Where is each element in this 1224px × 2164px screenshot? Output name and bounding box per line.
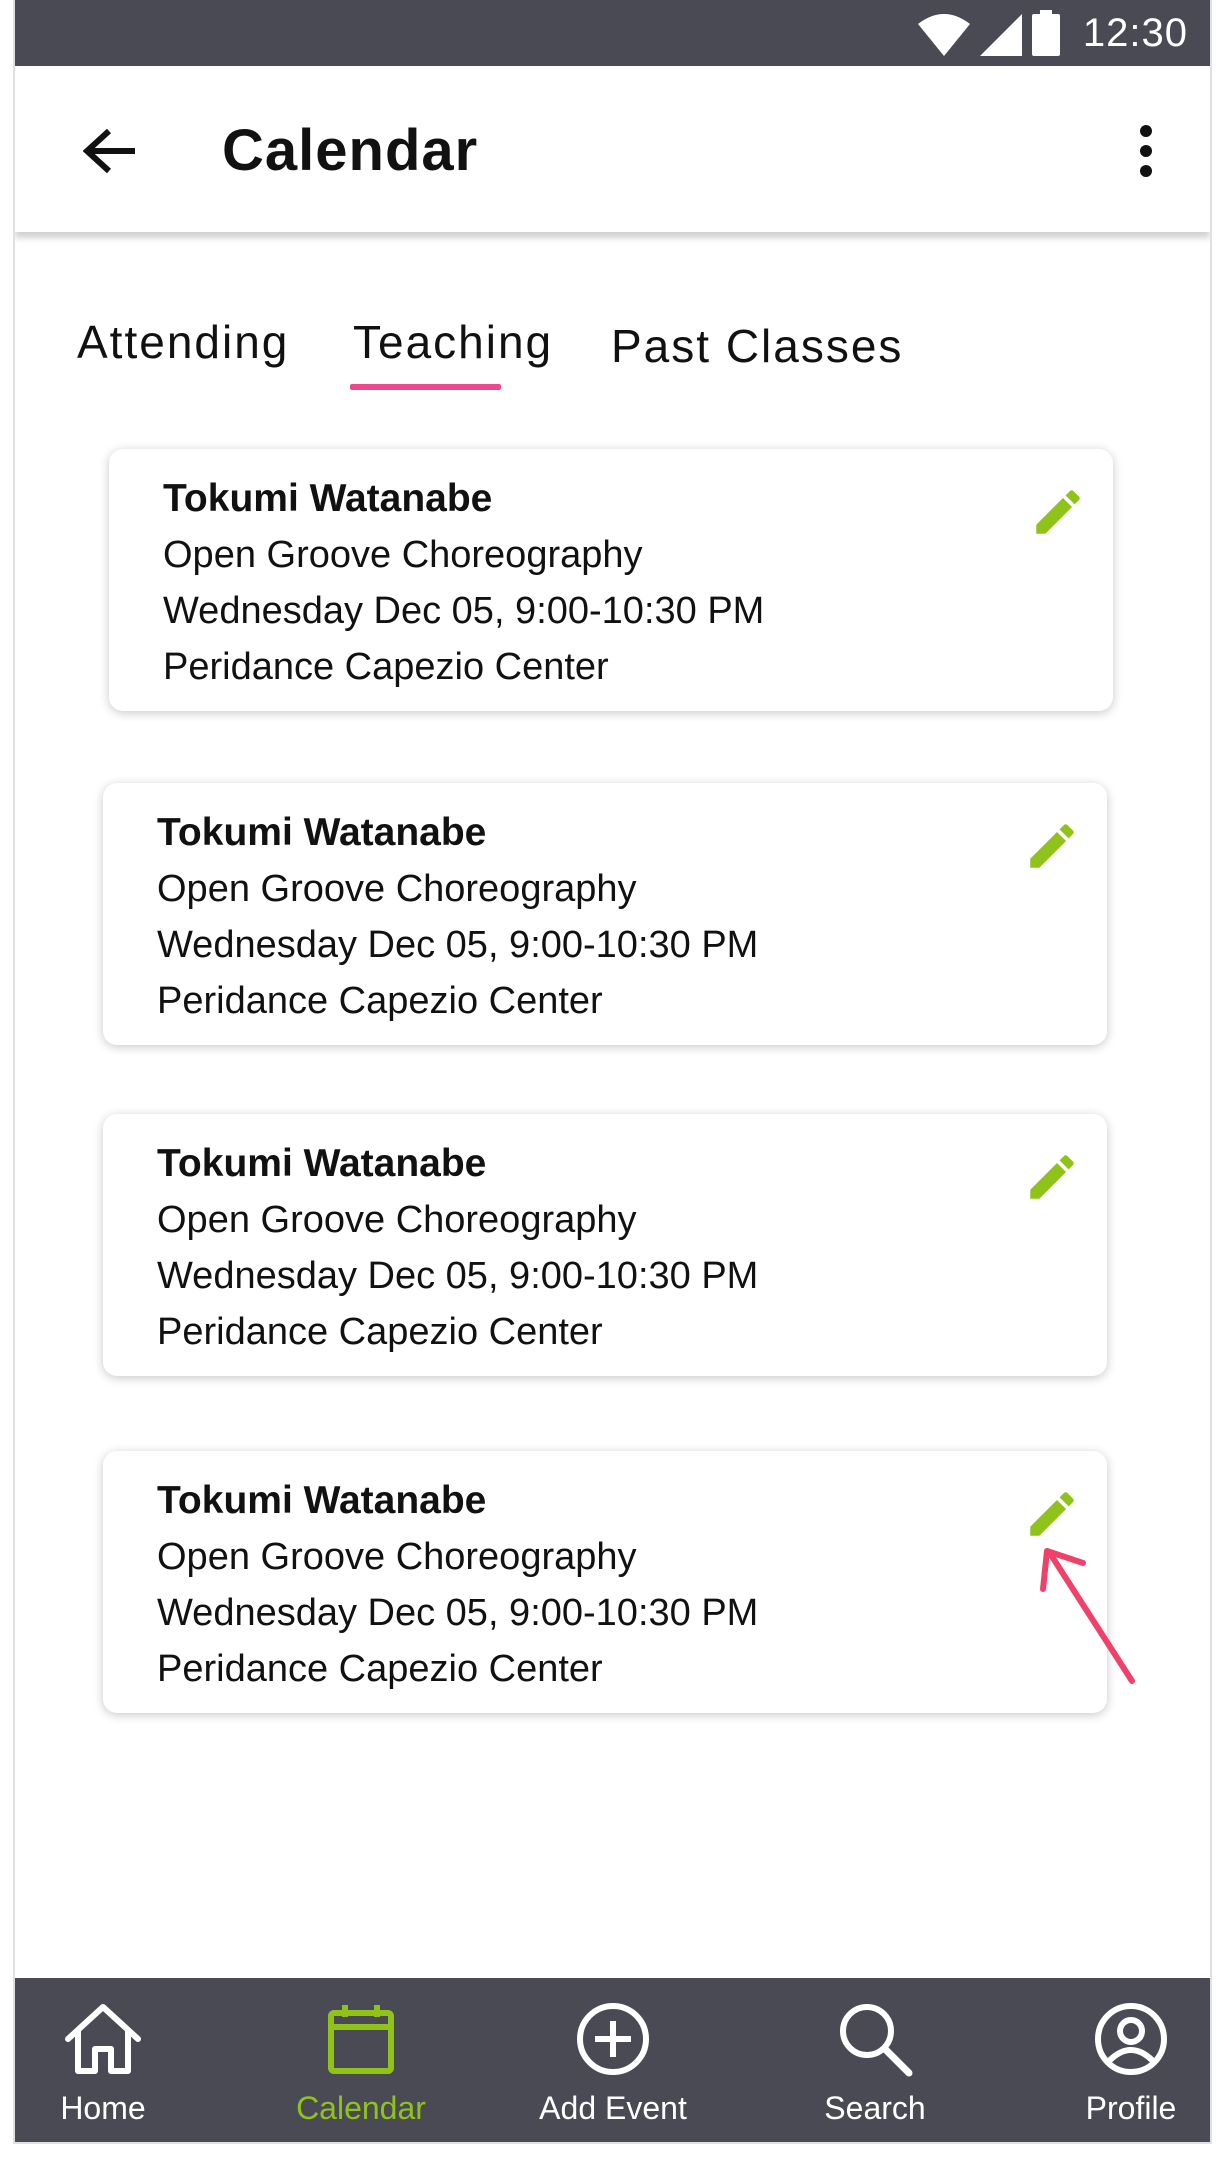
pencil-icon bbox=[1030, 1155, 1074, 1199]
pencil-icon bbox=[1036, 490, 1080, 534]
event-class: Open Groove Choreography bbox=[163, 534, 643, 576]
event-datetime: Wednesday Dec 05, 9:00-10:30 PM bbox=[157, 924, 759, 966]
event-card-details: Tokumi Watanabe Open Groove Choreography… bbox=[163, 471, 764, 695]
active-tab-indicator bbox=[350, 384, 501, 390]
event-card[interactable]: Tokumi Watanabe Open Groove Choreography… bbox=[103, 1451, 1107, 1713]
nav-calendar[interactable]: Calendar bbox=[261, 1998, 461, 2128]
event-location: Peridance Capezio Center bbox=[157, 1311, 603, 1353]
nav-search[interactable]: Search bbox=[775, 1998, 975, 2128]
event-instructor: Tokumi Watanabe bbox=[157, 1479, 487, 1522]
nav-search-label: Search bbox=[824, 2090, 926, 2126]
phone-screen: 12:30 Calendar Attending Teaching Past C… bbox=[13, 0, 1212, 2144]
arrow-left-icon bbox=[83, 128, 135, 174]
event-location: Peridance Capezio Center bbox=[157, 1648, 603, 1690]
nav-add-event[interactable]: Add Event bbox=[513, 1998, 713, 2128]
pencil-icon bbox=[1030, 1492, 1074, 1536]
event-instructor: Tokumi Watanabe bbox=[163, 477, 493, 520]
event-datetime: Wednesday Dec 05, 9:00-10:30 PM bbox=[157, 1255, 759, 1297]
edit-event-button[interactable] bbox=[1019, 1481, 1085, 1547]
back-button[interactable] bbox=[75, 116, 145, 186]
more-vert-icon bbox=[1140, 125, 1152, 177]
status-icons bbox=[918, 10, 1060, 56]
nav-home-label: Home bbox=[60, 2090, 146, 2126]
signal-icon bbox=[980, 14, 1022, 56]
event-datetime: Wednesday Dec 05, 9:00-10:30 PM bbox=[163, 590, 765, 632]
tab-bar: Attending Teaching Past Classes bbox=[15, 300, 1210, 400]
add-circle-icon bbox=[577, 2003, 649, 2075]
event-instructor: Tokumi Watanabe bbox=[157, 811, 487, 854]
event-card[interactable]: Tokumi Watanabe Open Groove Choreography… bbox=[103, 1114, 1107, 1376]
event-class: Open Groove Choreography bbox=[157, 1536, 637, 1578]
tab-attending[interactable]: Attending bbox=[77, 310, 289, 374]
more-options-button[interactable] bbox=[1116, 116, 1176, 186]
edit-event-button[interactable] bbox=[1019, 813, 1085, 879]
calendar-icon bbox=[328, 2005, 394, 2074]
tab-past-classes[interactable]: Past Classes bbox=[611, 314, 903, 378]
page-title: Calendar bbox=[222, 118, 479, 183]
pencil-icon bbox=[1030, 824, 1074, 868]
event-card-details: Tokumi Watanabe Open Groove Choreography… bbox=[157, 805, 758, 1029]
status-bar: 12:30 bbox=[15, 0, 1210, 66]
event-card-details: Tokumi Watanabe Open Groove Choreography… bbox=[157, 1136, 758, 1360]
tab-teaching[interactable]: Teaching bbox=[353, 310, 553, 374]
edit-event-button[interactable] bbox=[1019, 1144, 1085, 1210]
bottom-nav: Home Calendar Add Event Search Profile bbox=[15, 1978, 1210, 2142]
search-icon bbox=[840, 2004, 913, 2077]
event-datetime: Wednesday Dec 05, 9:00-10:30 PM bbox=[157, 1592, 759, 1634]
profile-icon bbox=[1095, 2003, 1167, 2075]
event-location: Peridance Capezio Center bbox=[163, 646, 609, 688]
nav-add-event-label: Add Event bbox=[539, 2090, 687, 2126]
event-instructor: Tokumi Watanabe bbox=[157, 1142, 487, 1185]
battery-icon bbox=[1032, 10, 1060, 56]
nav-calendar-label: Calendar bbox=[296, 2090, 426, 2126]
nav-home[interactable]: Home bbox=[15, 1998, 203, 2128]
event-card[interactable]: Tokumi Watanabe Open Groove Choreography… bbox=[109, 449, 1113, 711]
nav-profile[interactable]: Profile bbox=[1031, 1998, 1210, 2128]
event-class: Open Groove Choreography bbox=[157, 1199, 637, 1241]
home-icon bbox=[65, 2004, 141, 2074]
status-time: 12:30 bbox=[1082, 11, 1188, 55]
nav-profile-label: Profile bbox=[1085, 2090, 1177, 2126]
edit-event-button[interactable] bbox=[1025, 479, 1091, 545]
event-class: Open Groove Choreography bbox=[157, 868, 637, 910]
app-bar: Calendar bbox=[15, 66, 1210, 232]
event-location: Peridance Capezio Center bbox=[157, 980, 603, 1022]
event-card-details: Tokumi Watanabe Open Groove Choreography… bbox=[157, 1473, 758, 1697]
wifi-icon bbox=[918, 14, 970, 56]
event-card[interactable]: Tokumi Watanabe Open Groove Choreography… bbox=[103, 783, 1107, 1045]
